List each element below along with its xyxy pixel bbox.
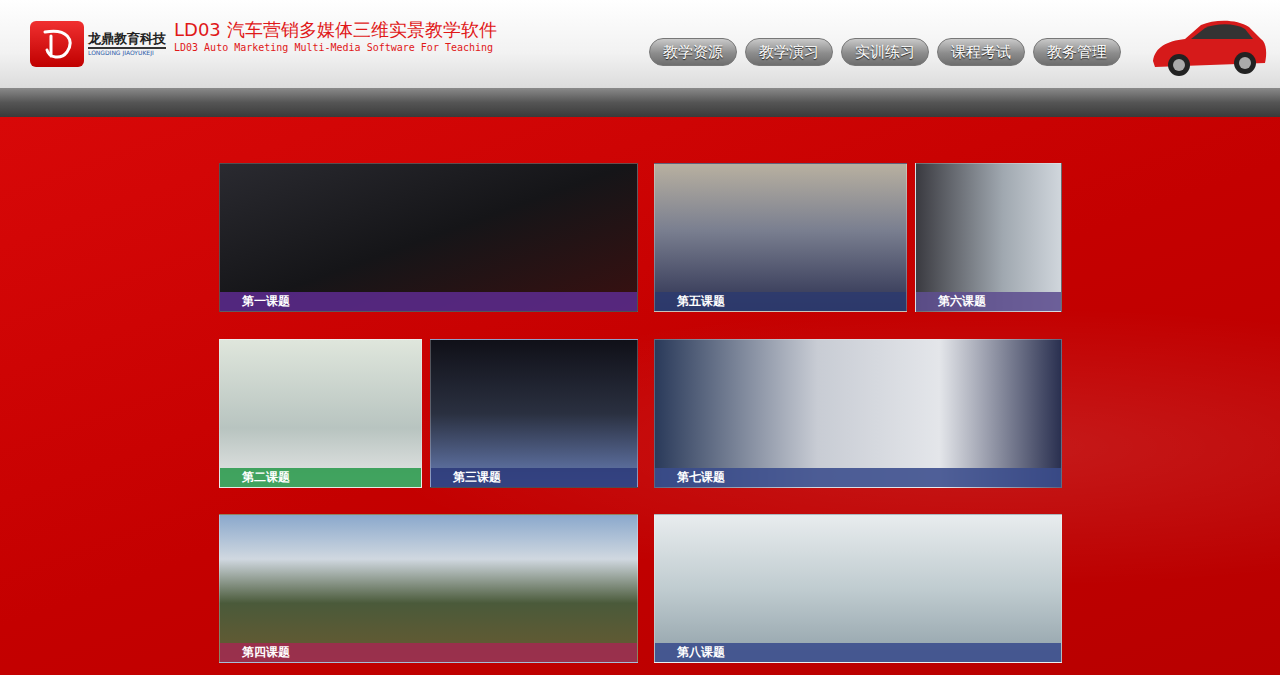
car-photo-icon — [1145, 3, 1270, 85]
tile-caption: 第六课题 — [916, 292, 1061, 311]
logo: 龙鼎教育科技 LONGDING JIAOYUKEJI — [30, 21, 166, 67]
app-title: LD03 汽车营销多媒体三维实景教学软件 — [174, 19, 497, 41]
tile-caption: 第八课题 — [655, 643, 1061, 662]
tile-row: 第五课题 第六课题 — [654, 163, 1062, 312]
nav-button[interactable]: 教务管理 — [1033, 38, 1121, 67]
main-area: 第一课题 第五课题 第六课题第二课题 第三课题 第七课题第四课题 第八课题 — [0, 117, 1280, 675]
nav-button[interactable]: 实训练习 — [841, 38, 929, 67]
tile-label: 第五课题 — [677, 294, 725, 308]
tile-caption: 第二课题 — [220, 468, 421, 487]
tile-label: 第七课题 — [677, 470, 725, 484]
lesson-tile[interactable]: 第三课题 — [430, 339, 638, 488]
tile-caption: 第一课题 — [220, 292, 637, 311]
main-nav: 教学资源教学演习实训练习课程考试教务管理 — [649, 38, 1121, 67]
tile-row: 第八课题 — [654, 514, 1062, 663]
brand-name: 龙鼎教育科技 — [88, 32, 166, 49]
tile-label: 第二课题 — [242, 470, 290, 484]
nav-button[interactable]: 教学资源 — [649, 38, 737, 67]
header-bar — [0, 88, 1280, 117]
lesson-tile[interactable]: 第二课题 — [219, 339, 422, 488]
nav-button[interactable]: 课程考试 — [937, 38, 1025, 67]
tile-label: 第八课题 — [677, 645, 725, 659]
lesson-tile[interactable]: 第四课题 — [219, 514, 638, 663]
tile-label: 第三课题 — [453, 470, 501, 484]
header: 龙鼎教育科技 LONGDING JIAOYUKEJI LD03 汽车营销多媒体三… — [0, 0, 1280, 88]
lesson-tile[interactable]: 第八课题 — [654, 514, 1062, 663]
tile-row: 第七课题 — [654, 339, 1062, 488]
tile-label: 第一课题 — [242, 294, 290, 308]
lesson-tile[interactable]: 第六课题 — [915, 163, 1062, 312]
tile-caption: 第五课题 — [655, 292, 906, 311]
tile-caption: 第三课题 — [431, 468, 637, 487]
tile-row: 第四课题 — [219, 514, 638, 663]
tile-label: 第六课题 — [938, 294, 986, 308]
lesson-tile[interactable]: 第五课题 — [654, 163, 907, 312]
tile-row: 第二课题 第三课题 — [219, 339, 638, 488]
tile-caption: 第四课题 — [220, 643, 637, 662]
app-subtitle: LD03 Auto Marketing Multi-Media Software… — [174, 40, 497, 55]
logo-icon — [30, 21, 84, 67]
brand-sub: LONGDING JIAOYUKEJI — [88, 49, 166, 56]
tile-row: 第一课题 — [219, 163, 638, 312]
tile-grid: 第一课题 第五课题 第六课题第二课题 第三课题 第七课题第四课题 第八课题 — [219, 163, 1062, 675]
tile-caption: 第七课题 — [655, 468, 1061, 487]
lesson-tile[interactable]: 第七课题 — [654, 339, 1062, 488]
tile-label: 第四课题 — [242, 645, 290, 659]
lesson-tile[interactable]: 第一课题 — [219, 163, 638, 312]
nav-button[interactable]: 教学演习 — [745, 38, 833, 67]
